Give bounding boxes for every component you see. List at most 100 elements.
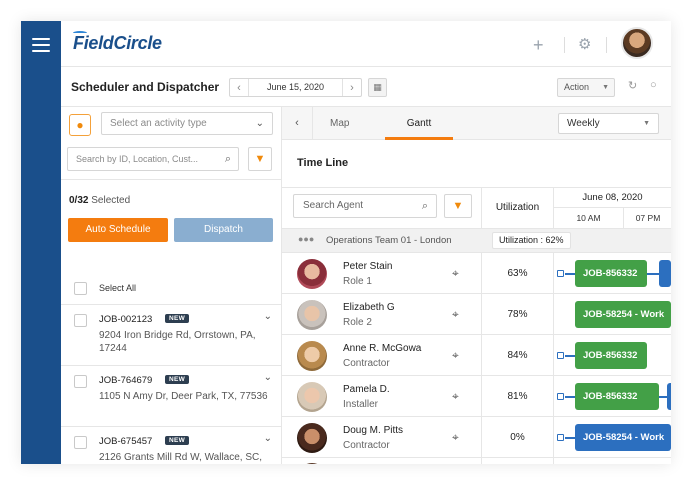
connector-line xyxy=(565,396,575,398)
action-dropdown[interactable]: Action ▼ xyxy=(557,78,615,97)
search-icon: ⌕ xyxy=(421,200,428,212)
date-navigator: ‹ June 15, 2020 › xyxy=(229,78,362,97)
agent-row[interactable]: Anne R. McGowa Contractor ⌖ 84% JOB-8563… xyxy=(282,336,671,376)
agent-row[interactable]: Peter Stain Role 1 ⌖ 63% JOB-856332 xyxy=(282,254,671,294)
agent-utilization: 63% xyxy=(507,268,528,279)
job-item[interactable]: JOB-002123 NEW ⌄ 9204 Iron Bridge Rd, Or… xyxy=(61,304,282,365)
agent-avatar xyxy=(297,382,327,412)
action-label: Action xyxy=(564,82,590,92)
divider xyxy=(606,37,607,53)
agent-name: Peter Stain xyxy=(343,261,393,272)
auto-schedule-button[interactable]: Auto Schedule xyxy=(68,218,168,242)
location-pin-icon[interactable]: ⌖ xyxy=(452,307,459,322)
job-checkbox[interactable] xyxy=(74,375,87,388)
job-search-input[interactable]: Search by ID, Location, Cust... ⌕ xyxy=(67,147,239,171)
location-pin-icon[interactable]: ⌖ xyxy=(452,348,459,363)
agent-role: Role 1 xyxy=(343,276,372,287)
user-avatar[interactable] xyxy=(621,27,653,59)
agent-row[interactable]: Doug M. Pitts Contractor ⌖ 0% JOB-58254 … xyxy=(282,418,671,458)
calendar-icon[interactable]: ▦ xyxy=(368,78,387,97)
job-bar[interactable] xyxy=(659,260,671,287)
agent-name: Doug M. Pitts xyxy=(343,425,404,436)
connector-handle[interactable] xyxy=(557,352,564,359)
agent-avatar xyxy=(297,341,327,371)
agent-avatar xyxy=(297,259,327,289)
connector-line xyxy=(565,355,575,357)
job-checkbox[interactable] xyxy=(74,314,87,327)
new-badge: NEW xyxy=(165,314,190,323)
connector-handle[interactable] xyxy=(557,434,564,441)
app-window: FieldCircle + ⚙ Scheduler and Dispatcher… xyxy=(21,21,671,464)
job-search-placeholder: Search by ID, Location, Cust... xyxy=(76,154,199,164)
agent-row[interactable]: Pamela D. Installer ⌖ 81% JOB-856332 xyxy=(282,377,671,417)
search-icon: ⌕ xyxy=(224,153,231,165)
filter-icon[interactable]: ▼ xyxy=(248,147,272,171)
caret-down-icon: ▼ xyxy=(602,84,609,91)
location-pin-icon[interactable]: ⌖ xyxy=(452,266,459,281)
job-bar[interactable]: JOB-856332 xyxy=(575,383,659,410)
chevron-right-icon[interactable]: › xyxy=(343,82,361,94)
selected-number: 0/32 xyxy=(69,195,89,206)
agent-name: Pamela D. xyxy=(343,384,390,395)
selected-suffix: Selected xyxy=(88,195,131,206)
location-pin-icon[interactable]: ● xyxy=(69,114,91,136)
chevron-down-icon[interactable]: ⌄ xyxy=(264,311,272,322)
view-tabs: ‹ Map Gantt Weekly ▼ xyxy=(282,107,671,140)
hour-label: 07 PM xyxy=(635,213,661,223)
agent-row[interactable] xyxy=(282,459,671,464)
refresh-icon[interactable]: ↻ xyxy=(628,79,637,92)
job-list-panel: ● Select an activity type ⌄ Search by ID… xyxy=(61,107,282,464)
chevron-down-icon[interactable]: ⌄ xyxy=(264,433,272,444)
filter-icon[interactable]: ▼ xyxy=(444,194,472,218)
connector-handle[interactable] xyxy=(557,393,564,400)
job-bar[interactable] xyxy=(667,383,671,410)
job-bar[interactable]: JOB-856332 xyxy=(575,260,647,287)
select-all-checkbox[interactable] xyxy=(74,282,87,295)
team-name: Operations Team 01 - London xyxy=(326,235,452,246)
activity-placeholder: Select an activity type xyxy=(110,118,207,129)
chevron-left-icon[interactable]: ‹ xyxy=(230,82,248,94)
job-bar[interactable]: JOB-58254 - Work xyxy=(575,424,671,451)
location-pin-icon[interactable]: ⌖ xyxy=(452,389,459,404)
job-bar[interactable]: JOB-856332 xyxy=(575,342,647,369)
view-range-select[interactable]: Weekly ▼ xyxy=(558,113,659,134)
tab-map[interactable]: Map xyxy=(330,118,349,129)
selected-count: 0/32 Selected xyxy=(69,195,130,206)
hour-label: 10 AM xyxy=(554,208,624,228)
job-id: JOB-675457 xyxy=(99,436,153,447)
connector-handle[interactable] xyxy=(557,270,564,277)
location-pin-icon[interactable]: ⌖ xyxy=(452,430,459,445)
tab-gantt[interactable]: Gantt xyxy=(385,107,453,140)
gear-icon[interactable]: ⚙ xyxy=(578,35,591,53)
chevron-down-icon: ⌄ xyxy=(255,118,264,129)
agent-search-input[interactable]: Search Agent ⌕ xyxy=(293,194,437,218)
view-range-value: Weekly xyxy=(567,118,600,129)
agent-search-placeholder: Search Agent xyxy=(303,200,364,211)
agent-row[interactable]: Elizabeth G Role 2 ⌖ 78% JOB-58254 - Wor… xyxy=(282,295,671,335)
chevron-left-icon[interactable]: ‹ xyxy=(282,107,313,140)
job-item[interactable]: JOB-675457 NEW ⌄ 2126 Grants Mill Rd W, … xyxy=(61,426,282,464)
agent-role: Contractor xyxy=(343,440,390,451)
divider xyxy=(61,179,281,180)
job-checkbox[interactable] xyxy=(74,436,87,449)
date-header: June 08, 2020 xyxy=(554,188,671,208)
add-icon[interactable]: + xyxy=(533,35,544,56)
team-row[interactable]: ●●● Operations Team 01 - London Utilizat… xyxy=(282,228,671,253)
chevron-down-icon[interactable]: ⌄ xyxy=(264,372,272,383)
menu-icon[interactable] xyxy=(32,38,50,52)
current-date[interactable]: June 15, 2020 xyxy=(248,79,343,96)
select-all-label: Select All xyxy=(99,283,137,293)
agent-role: Role 2 xyxy=(343,317,372,328)
activity-type-select[interactable]: Select an activity type ⌄ xyxy=(101,112,273,135)
users-icon: ●●● xyxy=(298,234,315,244)
job-address: 1105 N Amy Dr, Deer Park, TX, 77536 xyxy=(99,391,268,402)
app-logo[interactable]: FieldCircle xyxy=(73,31,162,54)
dispatch-button[interactable]: Dispatch xyxy=(174,218,273,242)
agent-avatar xyxy=(297,423,327,453)
job-id: JOB-764679 xyxy=(99,375,153,386)
lightbulb-icon[interactable]: ○ xyxy=(650,79,657,91)
job-item[interactable]: JOB-764679 NEW ⌄ 1105 N Amy Dr, Deer Par… xyxy=(61,365,282,426)
job-bar[interactable]: JOB-58254 - Work xyxy=(575,301,671,328)
gantt-panel: ‹ Map Gantt Weekly ▼ Time Line Search Ag… xyxy=(282,107,671,464)
agent-role: Contractor xyxy=(343,358,390,369)
